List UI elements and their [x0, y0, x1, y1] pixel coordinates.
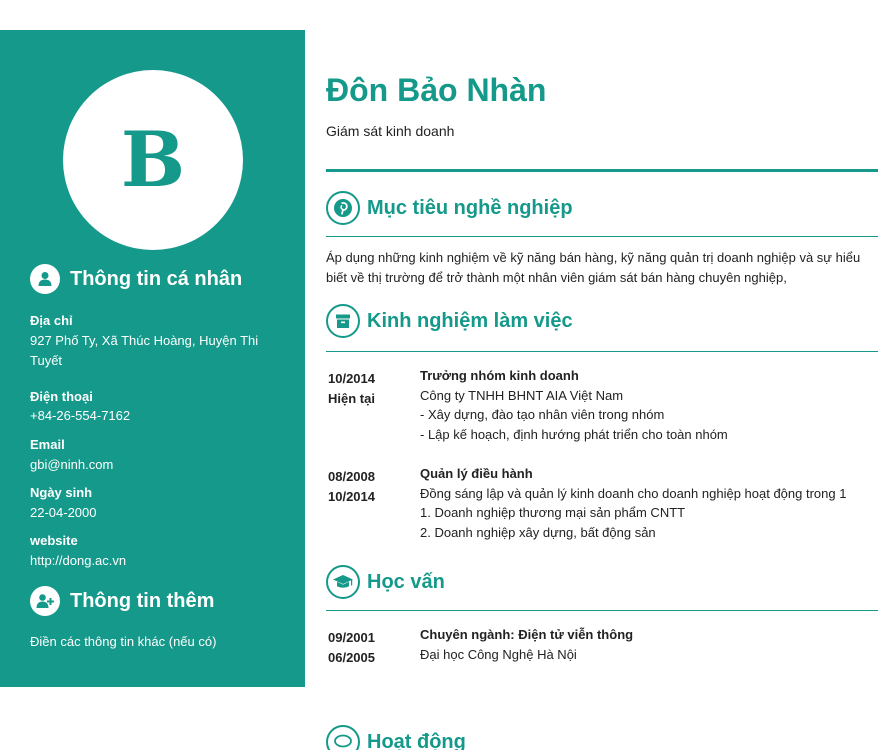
sidebar: B Thông tin cá nhân Địa chỉ 927 Phố Ty, … [0, 30, 305, 687]
candidate-name: Đôn Bảo Nhàn [326, 72, 547, 108]
activities-heading: Hoạt động [326, 725, 466, 750]
experience-1-duty: - Lập kế hoạch, định hướng phát triển ch… [420, 426, 728, 442]
extra-info-heading: Thông tin thêm [30, 586, 214, 616]
header-divider [326, 169, 878, 172]
address-label: Địa chỉ [30, 313, 73, 328]
main-content: Đôn Bảo Nhàn Giám sát kinh doanh Mục tiê… [326, 0, 878, 750]
objective-title: Mục tiêu nghề nghiệp [367, 196, 573, 219]
email-label: Email [30, 437, 65, 452]
experience-heading: Kinh nghiệm làm việc [326, 304, 573, 338]
graduation-cap-icon [326, 565, 360, 599]
experience-1-duty: - Xây dựng, đào tạo nhân viên trong nhóm [420, 407, 665, 422]
personal-info-title: Thông tin cá nhân [70, 267, 243, 290]
experience-1-details: Trưởng nhóm kinh doanh Công ty TNHH BHNT… [420, 366, 890, 444]
experience-divider [326, 351, 878, 352]
email-value: gbi@ninh.com [30, 457, 114, 472]
education-1-start: 09/2001 [328, 630, 375, 645]
website-label: website [30, 533, 78, 548]
extra-info-title: Thông tin thêm [70, 589, 215, 612]
objective-divider [326, 236, 878, 237]
experience-2-role: Quản lý điều hành [420, 466, 533, 481]
experience-2-start: 08/2008 [328, 469, 375, 484]
avatar: B [63, 70, 243, 250]
phone-label: Điện thoại [30, 389, 93, 404]
education-1-details: Chuyên ngành: Điện tử viễn thông Đại học… [420, 625, 890, 664]
website-value: http://dong.ac.vn [30, 553, 127, 568]
objective-heading: Mục tiêu nghề nghiệp [326, 191, 573, 225]
birthdate-value: 22-04-2000 [30, 505, 97, 520]
activities-title: Hoạt động [367, 730, 466, 750]
user-plus-icon [30, 586, 60, 616]
experience-1-company: Công ty TNHH BHNT AIA Việt Nam [420, 387, 624, 403]
experience-2-end: 10/2014 [328, 489, 375, 504]
education-1-school: Đại học Công Nghệ Hà Nội [420, 646, 577, 662]
avatar-initial: B [120, 115, 186, 204]
job-title: Giám sát kinh doanh [326, 123, 455, 139]
speech-bubble-icon [326, 725, 360, 750]
phone-value: +84-26-554-7162 [30, 408, 131, 423]
experience-2-description: Đồng sáng lập và quản lý kinh doanh cho … [420, 485, 847, 501]
pinterest-icon [326, 191, 360, 225]
education-title: Học vấn [367, 570, 445, 593]
experience-1-end: Hiện tại [328, 391, 375, 406]
user-icon [30, 264, 60, 294]
education-heading: Học vấn [326, 565, 445, 599]
experience-2-details: Quản lý điều hành Đồng sáng lập và quản … [420, 464, 890, 542]
address-value: 927 Phố Ty, Xã Thúc Hoàng, Huyện Thi Tuy… [30, 333, 259, 368]
education-1-end: 06/2005 [328, 650, 375, 665]
experience-title: Kinh nghiệm làm việc [367, 309, 573, 332]
education-1-major: Chuyên ngành: Điện tử viễn thông [420, 627, 634, 642]
experience-2-duty: 1. Doanh nghiệp thương mại sản phẩm CNTT [420, 505, 686, 520]
extra-info-text: Điền các thông tin khác (nếu có) [30, 634, 217, 649]
birthdate-label: Ngày sinh [30, 485, 93, 500]
experience-1-start: 10/2014 [328, 371, 375, 386]
experience-2-duty: 2. Doanh nghiệp xây dựng, bất động sản [420, 524, 656, 540]
experience-1-role: Trưởng nhóm kinh doanh [420, 368, 579, 383]
objective-text: Áp dụng những kinh nghiệm về kỹ năng bán… [326, 250, 861, 285]
archive-box-icon [326, 304, 360, 338]
personal-info-heading: Thông tin cá nhân [30, 264, 242, 294]
education-divider [326, 610, 878, 611]
